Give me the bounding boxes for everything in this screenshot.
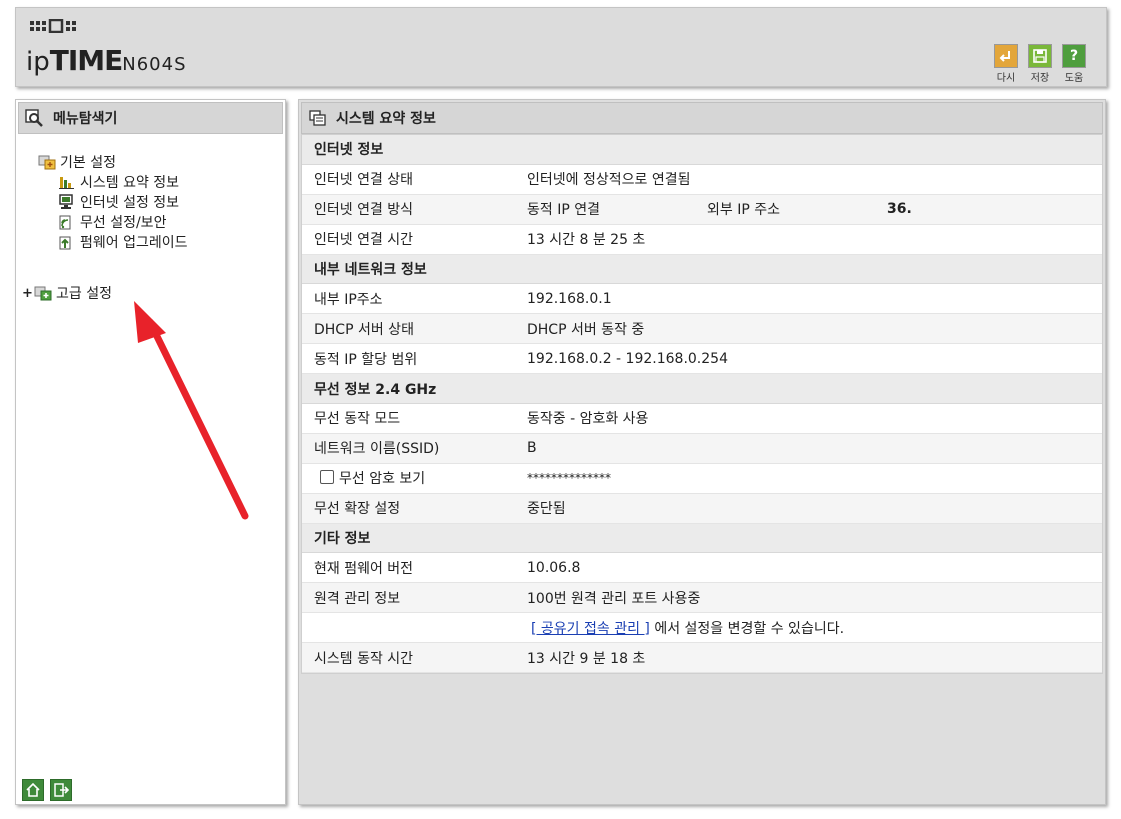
brand-logo: ipTIMEN604S [26, 46, 187, 80]
row-label: 인터넷 연결 상태 [314, 172, 414, 189]
tree-item-internet-settings[interactable]: 인터넷 설정 정보 [58, 192, 179, 212]
table-row: 원격 관리 정보 100번 원격 관리 포트 사용중 [302, 583, 1102, 614]
row-label: 현재 펌웨어 버전 [314, 560, 414, 577]
monitor-icon [59, 194, 73, 209]
row-value: 192.168.0.1 [527, 290, 612, 307]
table-row: 인터넷 연결 시간 13 시간 8 분 25 초 [302, 225, 1102, 255]
save-label: 저장 [1030, 73, 1050, 84]
table-row: 무선 동작 모드 동작중 - 암호화 사용 [302, 404, 1102, 434]
home-icon[interactable] [22, 779, 44, 801]
section-etc: 기타 정보 [302, 523, 1102, 554]
tree-item-system-summary[interactable]: 시스템 요약 정보 [58, 172, 179, 192]
row-value: 100번 원격 관리 포트 사용중 [527, 590, 701, 607]
row-value: [ 공유기 접속 관리 ] 에서 설정을 변경할 수 있습니다. [527, 618, 1102, 638]
table-row: 시스템 동작 시간 13 시간 9 분 18 초 [302, 643, 1102, 674]
table-row: 내부 IP주소 192.168.0.1 [302, 284, 1102, 315]
logout-icon[interactable] [50, 779, 72, 801]
tree-advanced-label: 고급 설정 [56, 286, 112, 302]
tree-item-firmware-upgrade[interactable]: 펌웨어 업그레이드 [58, 232, 188, 252]
menu-explorer-title: 메뉴탐색기 [53, 111, 118, 127]
table-row: 무선 확장 설정 중단됨 [302, 493, 1102, 524]
row-value: 10.06.8 [527, 559, 581, 576]
row-label: 무선 확장 설정 [314, 501, 401, 518]
logo-dots-icon [30, 19, 76, 33]
row-value: B [527, 440, 537, 457]
header-bar: ipTIMEN604S 다시 저장 ? 도움 [15, 7, 1107, 87]
help-button[interactable]: ? 도움 [1062, 44, 1086, 84]
menu-explorer-panel: 메뉴탐색기 기본 설정 시스템 요약 정보 인터넷 설정 정보 무선 설정/보안… [15, 99, 286, 805]
row-label: 인터넷 연결 방식 [314, 202, 414, 219]
bottom-toolbar [22, 779, 72, 801]
table-row: 인터넷 연결 상태 인터넷에 정상적으로 연결됨 [302, 165, 1102, 195]
table-row: [ 공유기 접속 관리 ] 에서 설정을 변경할 수 있습니다. [302, 613, 1102, 644]
table-row: DHCP 서버 상태 DHCP 서버 동작 중 [302, 314, 1102, 345]
row-value: 13 시간 8 분 25 초 [527, 232, 646, 249]
page-title: 시스템 요약 정보 [336, 111, 436, 127]
help-icon: ? [1062, 44, 1086, 68]
model-name: N604S [122, 54, 187, 75]
row-label: 동적 IP 할당 범위 [314, 351, 418, 368]
upgrade-icon [59, 236, 71, 250]
row-label: 무선 동작 모드 [314, 411, 401, 428]
row-label: DHCP 서버 상태 [314, 321, 414, 338]
chart-icon [59, 177, 74, 189]
undo-label: 다시 [996, 73, 1016, 84]
tree-basic-label: 기본 설정 [60, 155, 116, 171]
content-panel: 시스템 요약 정보 인터넷 정보 인터넷 연결 상태 인터넷에 정상적으로 연결… [298, 99, 1106, 805]
show-password-toggle[interactable]: 무선 암호 보기 [302, 468, 527, 488]
row-label: 원격 관리 정보 [314, 590, 401, 607]
windows-icon [309, 110, 326, 126]
row-value: 192.168.0.2 - 192.168.0.254 [527, 350, 728, 367]
row-label: 내부 IP주소 [314, 291, 383, 308]
tree-item-label: 무선 설정/보안 [80, 215, 167, 231]
folder-closed-icon [34, 286, 52, 301]
tree-advanced-settings[interactable]: + 고급 설정 [22, 283, 112, 303]
table-row: 현재 펌웨어 버전 10.06.8 [302, 553, 1102, 584]
section-wireless: 무선 정보 2.4 GHz [302, 374, 1102, 405]
undo-icon [994, 44, 1018, 68]
menu-explorer-header: 메뉴탐색기 [18, 102, 283, 134]
remote-note: 에서 설정을 변경할 수 있습니다. [649, 620, 845, 637]
folder-open-icon [38, 155, 56, 170]
brand-prefix: ip [26, 47, 50, 77]
table-row: 동적 IP 할당 범위 192.168.0.2 - 192.168.0.254 [302, 344, 1102, 375]
row-label: 네트워크 이름(SSID) [314, 441, 440, 458]
external-ip-label: 외부 IP 주소 [707, 202, 780, 219]
row-value: 인터넷에 정상적으로 연결됨 [527, 172, 691, 189]
row-value: DHCP 서버 동작 중 [527, 321, 645, 338]
tree-item-label: 시스템 요약 정보 [80, 175, 180, 191]
section-internet: 인터넷 정보 [302, 135, 1102, 165]
remote-management-link[interactable]: [ 공유기 접속 관리 ] [531, 621, 650, 637]
row-value: ************** [527, 471, 611, 486]
save-icon [1028, 44, 1052, 68]
tree-item-label: 인터넷 설정 정보 [80, 195, 180, 211]
tree-basic-settings[interactable]: 기본 설정 [38, 152, 116, 172]
help-label: 도움 [1064, 73, 1084, 84]
wireless-icon [59, 215, 71, 230]
save-button[interactable]: 저장 [1028, 44, 1052, 84]
section-lan: 내부 네트워크 정보 [302, 254, 1102, 285]
row-label: 시스템 동작 시간 [314, 650, 414, 667]
row-label: 인터넷 연결 시간 [314, 232, 414, 249]
summary-table: 인터넷 정보 인터넷 연결 상태 인터넷에 정상적으로 연결됨 인터넷 연결 방… [301, 134, 1103, 675]
table-row: 네트워크 이름(SSID) B [302, 433, 1102, 464]
table-row: 인터넷 연결 방식 동적 IP 연결 외부 IP 주소 36. [302, 194, 1102, 225]
undo-button[interactable]: 다시 [994, 44, 1018, 84]
row-value: 13 시간 9 분 18 초 [527, 650, 646, 667]
tree-item-label: 펌웨어 업그레이드 [80, 235, 188, 251]
show-password-checkbox[interactable] [320, 470, 334, 485]
row-value: 동작중 - 암호화 사용 [527, 411, 649, 428]
row-value: 중단됨 [527, 501, 566, 518]
content-header: 시스템 요약 정보 [301, 102, 1103, 134]
row-value: 동적 IP 연결 [527, 202, 600, 219]
tree-item-wireless-security[interactable]: 무선 설정/보안 [58, 212, 166, 232]
show-password-label: 무선 암호 보기 [339, 471, 426, 488]
table-row: 무선 암호 보기 ************** [302, 464, 1102, 494]
expand-plus-icon[interactable]: + [22, 286, 34, 301]
magnifier-icon [25, 109, 43, 127]
external-ip-value: 36. [887, 201, 912, 218]
brand-main: TIME [49, 44, 124, 77]
